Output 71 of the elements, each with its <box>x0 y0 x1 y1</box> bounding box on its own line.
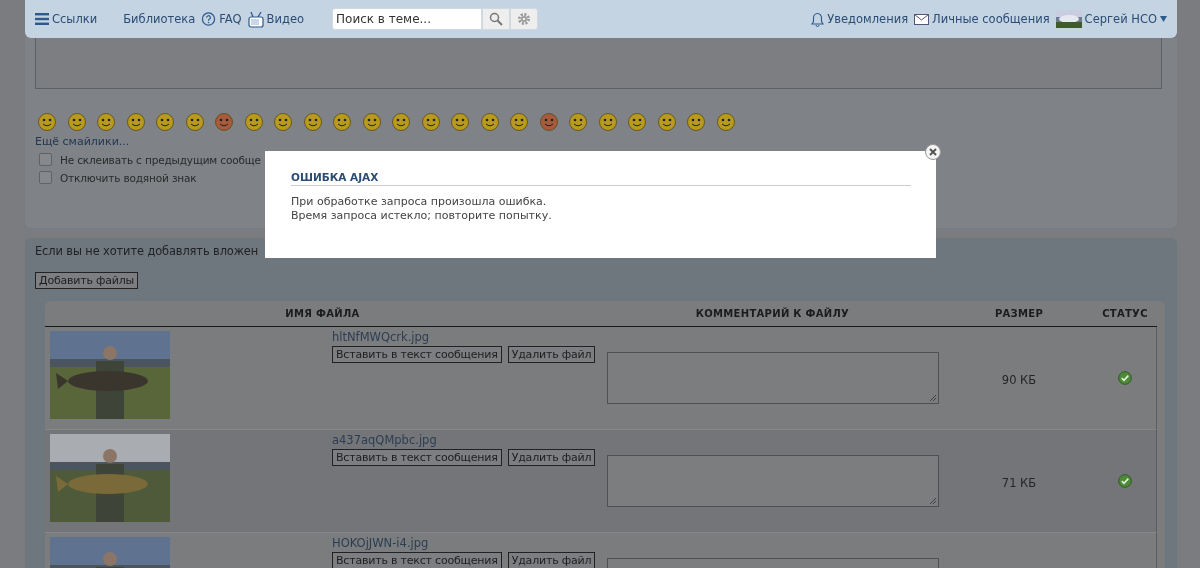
close-icon <box>929 148 937 156</box>
smiley-icon[interactable] <box>243 111 264 131</box>
delete-file-button[interactable]: Удалить файл <box>507 552 596 568</box>
smiley-icon[interactable] <box>479 111 500 131</box>
insert-into-message-button[interactable]: Вставить в текст сообщения <box>332 449 502 466</box>
mail-icon <box>914 13 930 25</box>
checkbox[interactable] <box>39 153 52 166</box>
attachments-note: Если вы не хотите добавлять вложен <box>35 244 259 260</box>
nav-link[interactable]: Библиотека <box>123 12 196 26</box>
smiley-icon[interactable] <box>37 111 57 131</box>
settings-icon <box>517 12 531 26</box>
search-field[interactable]: Поиск в теме... <box>332 8 482 30</box>
error-message: При обработке запроса произошла ошибка. Время запроса истекло; повторите попытку. <box>291 195 553 223</box>
smiley-icon[interactable] <box>125 111 146 131</box>
file-size: 90 КБ <box>1001 372 1037 387</box>
file-name-link[interactable]: a437aqQMpbc.jpg <box>332 434 596 447</box>
checkbox-label: Не склеивать с предыдущим сообще <box>60 153 261 166</box>
search-button[interactable] <box>482 8 510 30</box>
more-smileys-link[interactable]: Ещё смайлики... <box>35 135 1162 148</box>
resize-grip-icon[interactable] <box>929 497 937 505</box>
nav-link[interactable]: Уведомления <box>811 11 909 27</box>
caret-icon <box>1160 16 1167 22</box>
insert-into-message-button[interactable]: Вставить в текст сообщения <box>332 346 502 363</box>
nav-link[interactable]: FAQ <box>201 11 242 27</box>
tv-icon <box>247 10 264 28</box>
smiley-icon[interactable] <box>302 111 323 131</box>
smiley-icon[interactable] <box>627 111 647 131</box>
column-header: ИМЯ ФАЙЛА <box>284 308 361 319</box>
smiley-icon[interactable] <box>184 111 205 131</box>
dialog-title: ОШИБКА AJAX <box>291 171 911 186</box>
smiley-icon[interactable] <box>214 111 234 131</box>
bell-icon <box>811 11 825 27</box>
nav-link[interactable]: Ссылки <box>35 12 98 26</box>
smiley-icon[interactable] <box>715 111 736 131</box>
column-header: РАЗМЕР <box>993 308 1045 319</box>
column-header: СТАТУС <box>1101 308 1149 319</box>
delete-file-button[interactable]: Удалить файл <box>507 449 596 466</box>
file-name-link[interactable]: hltNfMWQcrk.jpg <box>332 331 596 344</box>
nav-link[interactable]: Личные сообщения <box>914 12 1050 26</box>
smiley-icon[interactable] <box>96 111 116 131</box>
file-name-link[interactable]: HOKOjJWN-i4.jpg <box>332 537 596 550</box>
smiley-icon[interactable] <box>420 111 441 131</box>
delete-file-button[interactable]: Удалить файл <box>507 346 596 363</box>
smiley-icon[interactable] <box>568 111 588 131</box>
smiley-icon[interactable] <box>66 111 87 131</box>
nav-link[interactable]: Видео <box>247 10 304 28</box>
avatar-icon <box>1055 10 1082 28</box>
smiley-icon[interactable] <box>361 111 382 131</box>
add-files-button[interactable]: Добавить файлы <box>35 272 139 289</box>
smiley-icon[interactable] <box>450 111 470 131</box>
smiley-icon[interactable] <box>273 111 293 131</box>
resize-grip-icon[interactable] <box>929 394 937 402</box>
menu-icon <box>35 13 49 25</box>
smiley-icon[interactable] <box>597 111 618 131</box>
smiley-icon[interactable] <box>538 111 559 131</box>
smiley-icon[interactable] <box>332 111 352 131</box>
help-icon <box>201 11 217 27</box>
file-size: 71 КБ <box>1001 475 1037 490</box>
smiley-icon[interactable] <box>155 111 175 131</box>
file-comment-field[interactable] <box>607 455 939 507</box>
user-menu[interactable]: Сергей НСО <box>1055 10 1167 28</box>
smiley-icon[interactable] <box>391 111 411 131</box>
file-comment-field[interactable] <box>607 352 939 404</box>
smiley-icon[interactable] <box>686 111 706 131</box>
search-icon <box>489 12 503 26</box>
checkbox-label: Отключить водяной знак <box>60 171 197 184</box>
column-header: КОММЕНТАРИЙ К ФАЙЛУ <box>694 308 851 319</box>
smiley-icon[interactable] <box>509 111 529 131</box>
checkbox[interactable] <box>39 171 52 184</box>
smiley-icon[interactable] <box>656 111 677 131</box>
insert-into-message-button[interactable]: Вставить в текст сообщения <box>332 552 502 568</box>
